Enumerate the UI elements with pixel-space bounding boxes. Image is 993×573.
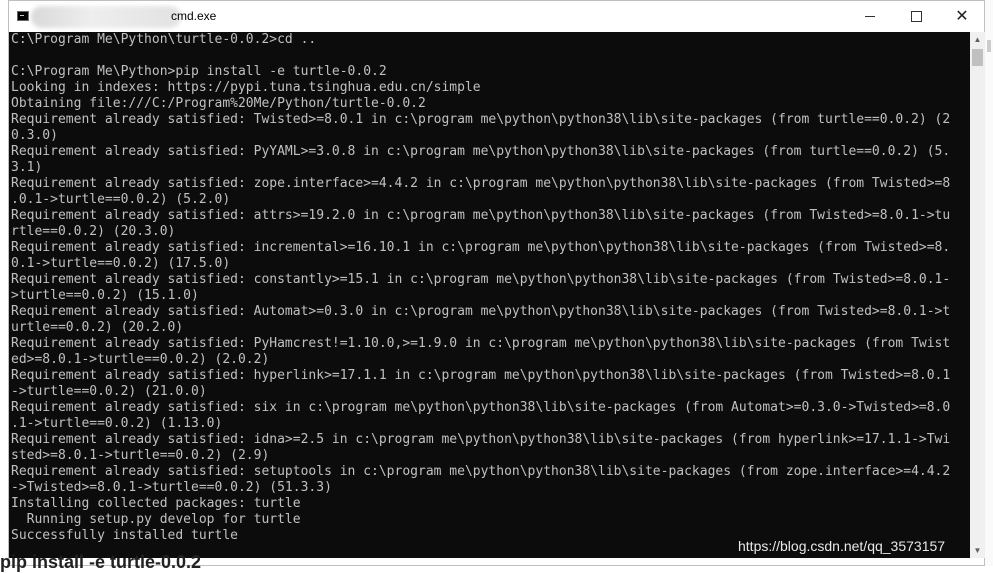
console-line: ->turtle==0.0.2) (21.0.0) bbox=[11, 384, 207, 399]
console-line: Running setup.py develop for turtle bbox=[11, 512, 301, 527]
console-line: Installing collected packages: turtle bbox=[11, 496, 301, 511]
scrollbar-thumb[interactable] bbox=[972, 49, 983, 66]
console-line: 0.3.0) bbox=[11, 128, 58, 143]
window-title: cmd.exe bbox=[171, 9, 217, 23]
console-line: ->Twisted>=8.0.1->turtle==0.0.2) (51.3.3… bbox=[11, 480, 332, 495]
console-line: Requirement already satisfied: increment… bbox=[11, 240, 951, 255]
scroll-down-arrow-icon[interactable]: ▼ bbox=[970, 543, 985, 558]
vertical-scrollbar[interactable]: ▲ ▼ bbox=[970, 32, 985, 558]
console-line: Requirement already satisfied: Twisted>=… bbox=[11, 112, 951, 127]
console-line: Requirement already satisfied: constantl… bbox=[11, 272, 951, 287]
console-line: C:\Program Me\Python\turtle-0.0.2>cd .. bbox=[11, 32, 317, 47]
maximize-icon bbox=[910, 11, 922, 22]
console-line: sted>=8.0.1->turtle==0.0.2) (2.9) bbox=[11, 448, 270, 463]
console-line: urtle==0.0.2) (20.2.0) bbox=[11, 320, 184, 335]
console-line: Requirement already satisfied: Automat>=… bbox=[11, 304, 951, 319]
console-line: Requirement already satisfied: PyHamcres… bbox=[11, 336, 951, 351]
console-line: Requirement already satisfied: PyYAML>=3… bbox=[11, 144, 951, 159]
console-line: .0.1->turtle==0.0.2) (5.2.0) bbox=[11, 192, 231, 207]
title-bar[interactable]: cmd.exe ✕ bbox=[9, 1, 984, 32]
cmd-app-icon bbox=[17, 11, 29, 21]
minimize-icon bbox=[865, 16, 875, 17]
console-line: C:\Program Me\Python>pip install -e turt… bbox=[11, 64, 387, 79]
console-line: Looking in indexes: https://pypi.tuna.ts… bbox=[11, 80, 481, 95]
console-line: rtle==0.0.2) (20.3.0) bbox=[11, 224, 176, 239]
cmd-window: cmd.exe ✕ C:\Program Me\Python\turtle-0.… bbox=[8, 0, 985, 566]
console-line: >turtle==0.0.2) (15.1.0) bbox=[11, 288, 199, 303]
background-page-text: pip install -e turtle-0.0.2 bbox=[0, 552, 202, 572]
close-button[interactable]: ✕ bbox=[939, 1, 985, 32]
console-line: 0.1->turtle==0.0.2) (17.5.0) bbox=[11, 256, 231, 271]
minimize-button[interactable] bbox=[847, 1, 893, 32]
close-icon: ✕ bbox=[955, 7, 969, 25]
console-output[interactable]: C:\Program Me\Python\turtle-0.0.2>cd .. … bbox=[9, 32, 970, 558]
blurred-title-prefix bbox=[31, 6, 181, 28]
maximize-button[interactable] bbox=[893, 1, 939, 32]
background-page-edge bbox=[985, 0, 993, 566]
console-line: Requirement already satisfied: idna>=2.5… bbox=[11, 432, 951, 447]
console-line: Obtaining file:///C:/Program%20Me/Python… bbox=[11, 96, 426, 111]
scroll-up-arrow-icon[interactable]: ▲ bbox=[970, 32, 985, 47]
console-line: Requirement already satisfied: setuptool… bbox=[11, 464, 951, 479]
console-line: .1->turtle==0.0.2) (1.13.0) bbox=[11, 416, 223, 431]
watermark-text: https://blog.csdn.net/qq_3573157 bbox=[738, 538, 946, 554]
console-text: C:\Program Me\Python\turtle-0.0.2>cd .. … bbox=[9, 32, 970, 544]
console-line: Requirement already satisfied: attrs>=19… bbox=[11, 208, 951, 223]
console-line: Requirement already satisfied: six in c:… bbox=[11, 400, 951, 415]
console-line: Requirement already satisfied: zope.inte… bbox=[11, 176, 951, 191]
console-line: ed>=8.0.1->turtle==0.0.2) (2.0.2) bbox=[11, 352, 270, 367]
console-line: 3.1) bbox=[11, 160, 43, 175]
console-line: Requirement already satisfied: hyperlink… bbox=[11, 368, 951, 383]
